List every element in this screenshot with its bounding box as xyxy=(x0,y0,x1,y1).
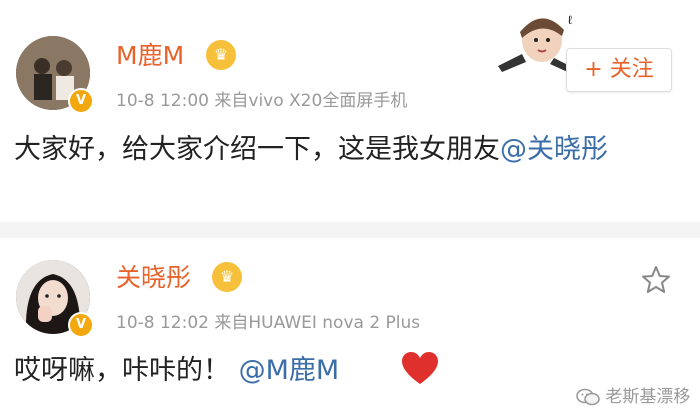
svg-text:ℓ: ℓ xyxy=(568,13,572,27)
post-text: 哎呀嘛，咔咔的！ xyxy=(14,355,230,386)
verified-badge-icon: V xyxy=(68,88,94,114)
post-meta: 10-8 12:02 来自HUAWEI nova 2 Plus xyxy=(116,308,420,333)
vip-crown-icon: ♛ xyxy=(206,40,236,70)
post-content: 大家好，给大家介绍一下，这是我女朋友@关晓彤 xyxy=(14,130,684,170)
post-time: 10-8 12:00 xyxy=(116,91,209,111)
mention-link[interactable]: @关晓彤 xyxy=(500,134,608,165)
post-source: 来自vivo X20全面屏手机 xyxy=(214,91,408,111)
post-source: 来自HUAWEI nova 2 Plus xyxy=(214,313,421,333)
post-time: 10-8 12:02 xyxy=(116,313,209,333)
watermark-text: 老斯基漂移 xyxy=(605,387,691,407)
author-name[interactable]: M鹿M xyxy=(116,36,184,72)
mention-link[interactable]: @M鹿M xyxy=(239,355,340,386)
post-meta: 10-8 12:00 来自vivo X20全面屏手机 xyxy=(116,86,407,111)
vip-crown-icon: ♛ xyxy=(212,262,242,292)
favorite-star-icon[interactable] xyxy=(640,264,672,296)
follow-button[interactable]: + 关注 xyxy=(566,48,672,92)
verified-badge-icon: V xyxy=(68,312,94,338)
author-name[interactable]: 关晓彤 xyxy=(116,258,191,294)
post-text: 大家好，给大家介绍一下，这是我女朋友 xyxy=(14,134,500,165)
watermark: 老斯基漂移 xyxy=(576,382,690,407)
heart-emoji-icon xyxy=(402,352,438,384)
weibo-post-luhan xyxy=(0,0,700,222)
wechat-icon xyxy=(576,388,600,406)
